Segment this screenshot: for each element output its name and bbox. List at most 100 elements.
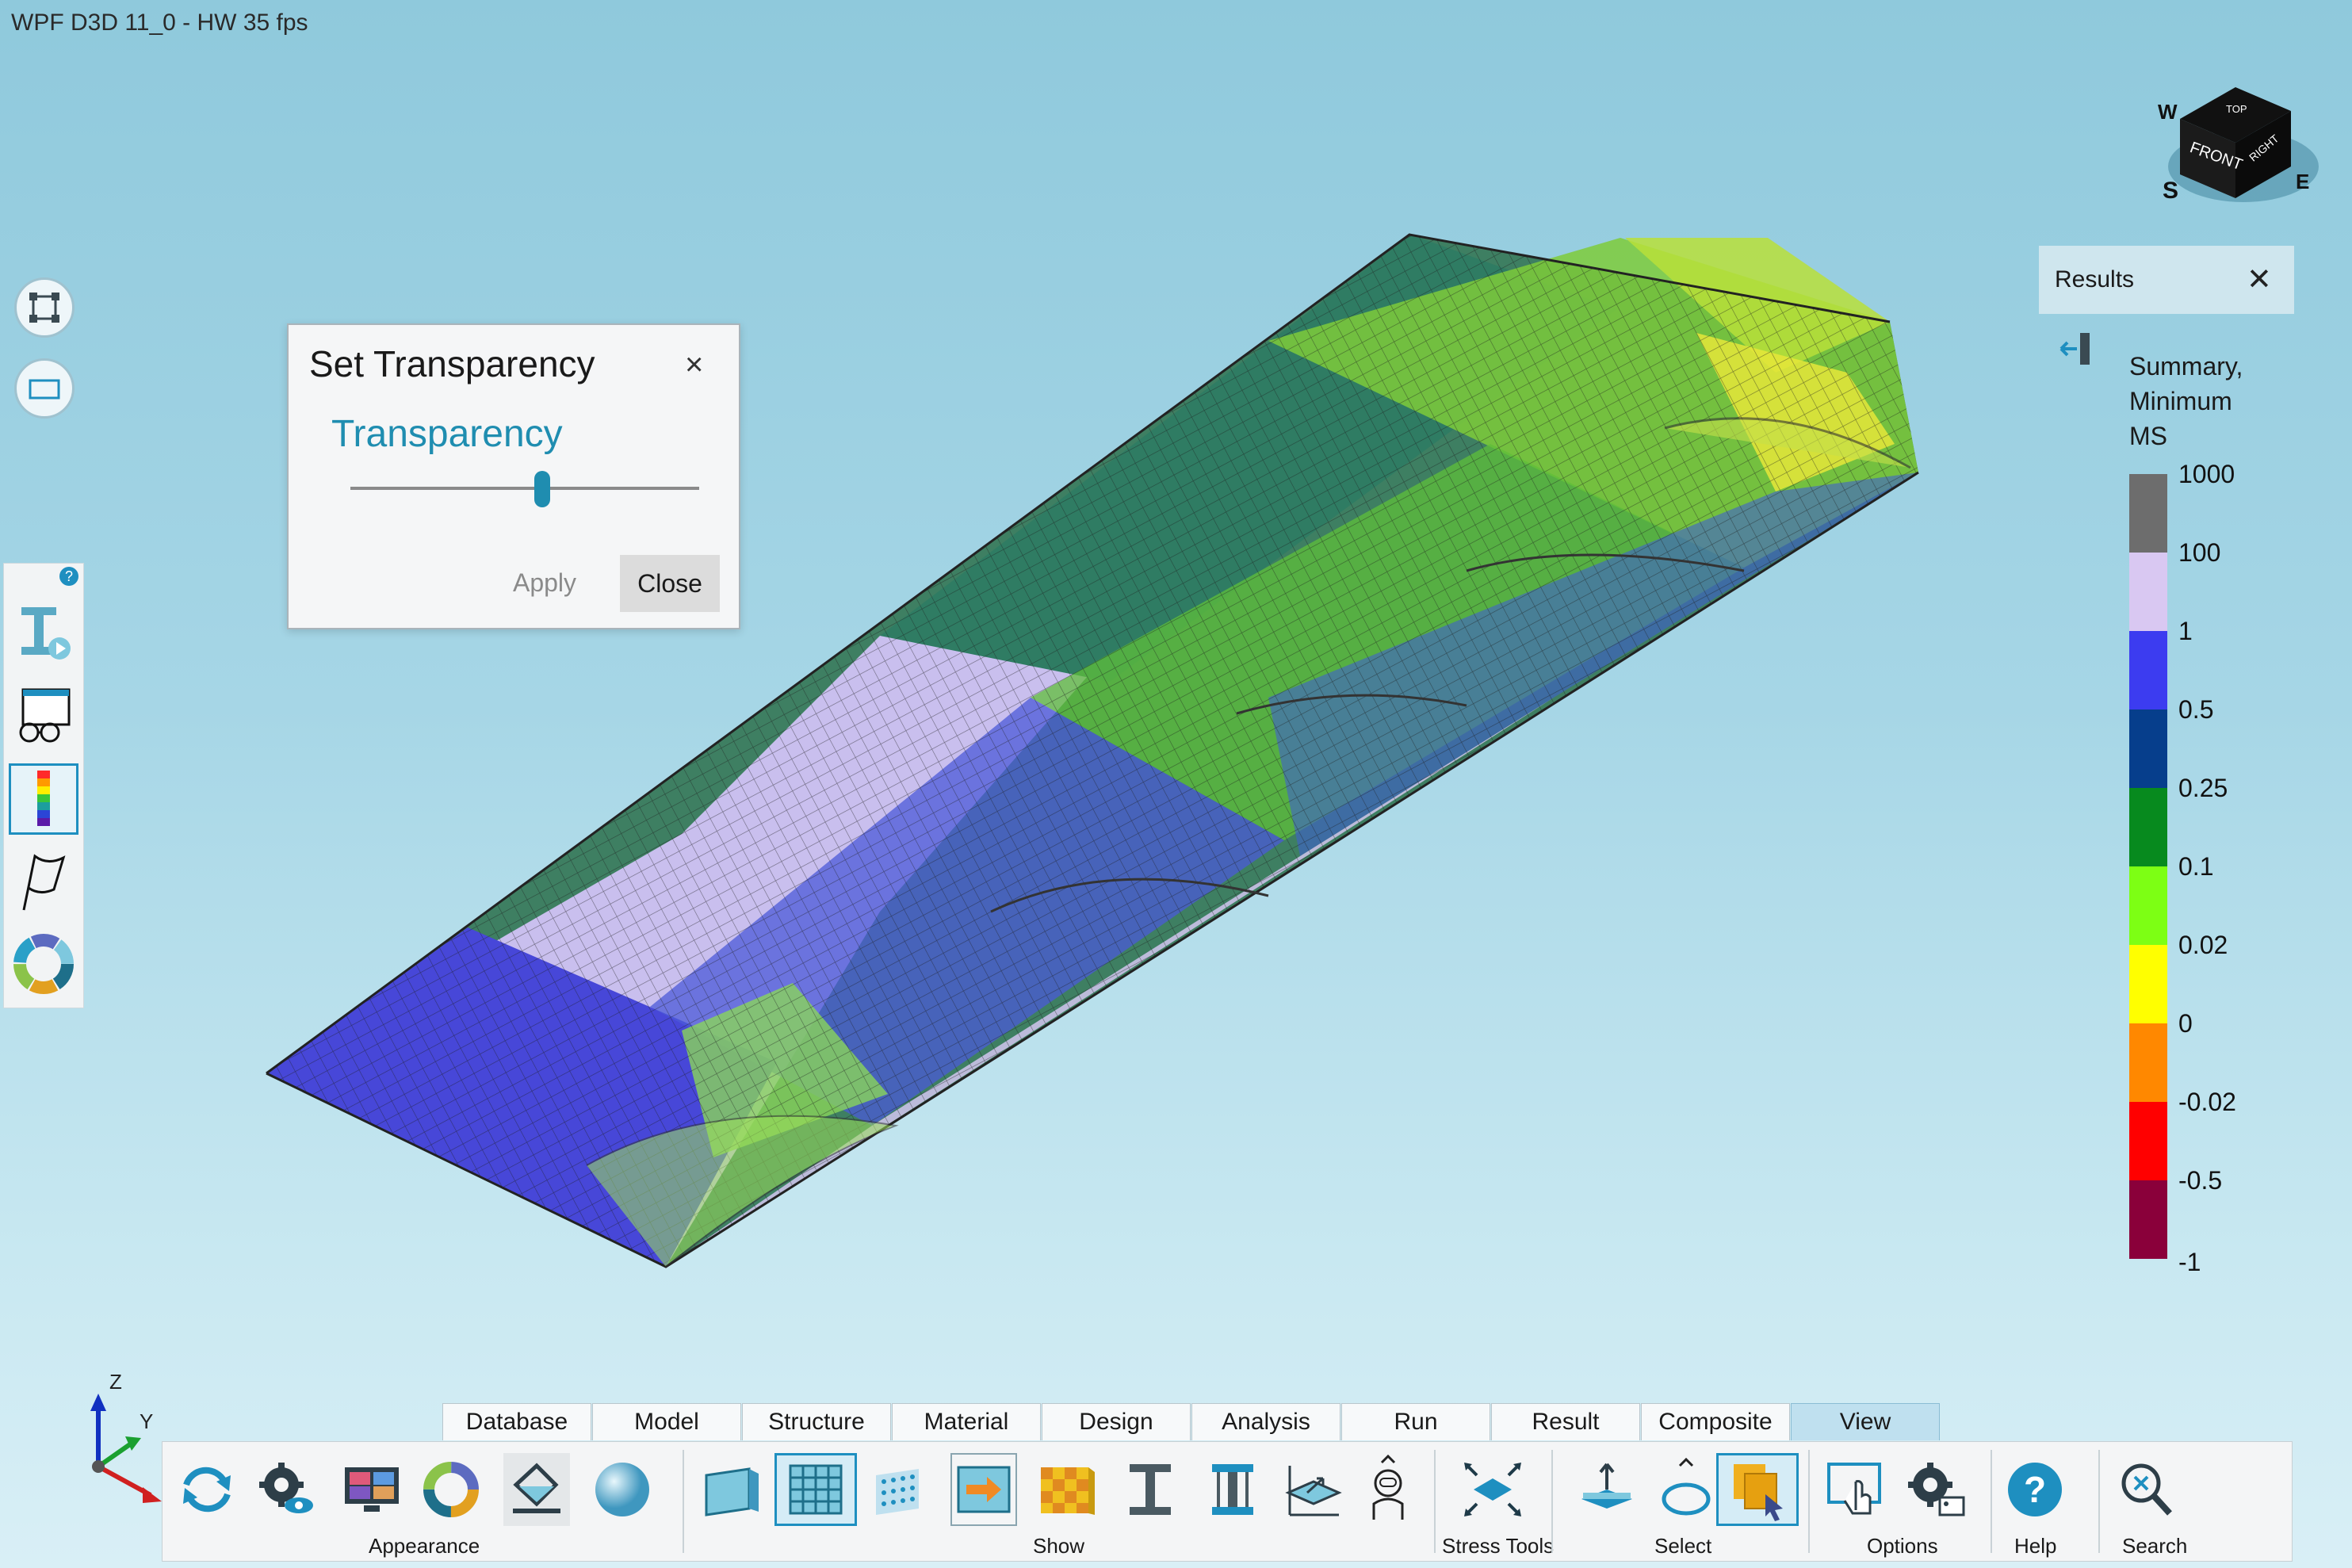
transparency-slider-track[interactable] [350,487,699,490]
view-settings-button[interactable] [253,1453,319,1526]
legend-label: -0.5 [2178,1166,2223,1195]
ribbon-toolbar: Appearance Show Stress Tools Select Opti… [162,1441,2293,1562]
flag-button[interactable] [9,846,78,917]
tab-result[interactable]: Result [1491,1403,1640,1440]
help-badge[interactable]: ? [59,567,78,586]
stress-tools-button[interactable] [1448,1453,1537,1526]
group-separator [1991,1450,1992,1553]
tab-material[interactable]: Material [892,1403,1041,1440]
question-icon: ? [2008,1463,2062,1516]
group-separator [2098,1450,2100,1553]
arrow-left-icon [2059,333,2090,365]
select-ellipse-button[interactable] [1653,1453,1719,1526]
apply-button[interactable]: Apply [493,555,596,610]
ellipse-select-icon [1662,1457,1711,1516]
rectangle-icon [29,379,60,400]
refresh-button[interactable] [174,1453,240,1526]
display-button[interactable] [338,1453,405,1526]
summary-line-1: Summary, [2129,352,2243,381]
legend-label: -0.02 [2178,1088,2236,1116]
help-button[interactable]: ? [2002,1453,2068,1526]
show-more-button[interactable] [1355,1453,1421,1526]
show-coordinate-button[interactable] [1280,1453,1347,1526]
ribbon-tabs: Database Model Structure Material Design Anal… [442,1403,1941,1441]
show-section-button[interactable] [1199,1453,1266,1526]
tab-database[interactable]: Database [442,1403,591,1440]
legend-label: 0 [2178,1009,2193,1038]
select-plane-icon [1581,1463,1632,1509]
show-loads-button[interactable] [950,1453,1017,1526]
transparency-label: Transparency [331,413,563,455]
stress-tools-group-label: Stress Tools [1442,1534,1555,1558]
select-plane-button[interactable] [1574,1453,1640,1526]
axis-z-label: Z [109,1371,122,1394]
compass-west: W [2158,100,2178,124]
color-scale-icon [37,771,50,826]
tab-structure[interactable]: Structure [742,1403,891,1440]
tab-run[interactable]: Run [1341,1403,1490,1440]
summary-line-2: Minimum [2129,387,2232,415]
select-layer-button[interactable] [1716,1453,1799,1526]
help-group-label: Help [2014,1534,2057,1558]
view-glasses-button[interactable] [9,681,78,752]
search-group-label: Search [2122,1534,2188,1558]
show-nodes-button[interactable] [868,1453,935,1526]
display-options-button[interactable] [1822,1453,1889,1526]
search-button[interactable] [2113,1453,2179,1526]
tab-composite[interactable]: Composite [1641,1403,1790,1440]
tab-design[interactable]: Design [1042,1403,1191,1440]
results-summary: Summary, Minimum MS [2129,349,2243,453]
legend-swatch [2129,1180,2167,1259]
legend-end-label: -1 [2178,1248,2201,1276]
beam-tool-button[interactable] [9,597,78,668]
gear-eye-icon [259,1463,313,1513]
results-close-icon[interactable]: ✕ [2247,262,2272,297]
axes-triad: Z Y [90,1371,162,1503]
color-wheel-button[interactable] [9,928,78,1000]
show-group-label: Show [1033,1534,1085,1558]
results-collapse-button[interactable] [2056,331,2094,366]
flag-icon [22,854,66,911]
tab-analysis[interactable]: Analysis [1191,1403,1340,1440]
section-beam-icon [1212,1464,1253,1515]
transparency-slider-thumb[interactable] [534,471,550,507]
zoom-extents-button[interactable] [14,277,75,338]
zoom-extents-icon [29,293,59,323]
mesh-panel-icon [789,1464,843,1515]
legend-label: 100 [2178,538,2221,567]
legend-swatch [2129,553,2167,631]
dialog-title: Set Transparency [309,343,595,384]
results-panel-header: Results ✕ [2039,246,2294,314]
nodes-panel-icon [876,1469,919,1515]
user-settings-button[interactable] [1902,1453,1968,1526]
view-cube[interactable]: TOP FRONT RIGHT W S E [2140,55,2331,214]
paint-bucket-icon [513,1463,560,1513]
search-icon [2121,1463,2172,1516]
tab-view[interactable]: View [1791,1403,1940,1440]
tab-model[interactable]: Model [592,1403,741,1440]
show-mesh-button[interactable] [774,1453,857,1526]
show-beam-button[interactable] [1117,1453,1184,1526]
show-properties-button[interactable] [1033,1453,1100,1526]
legend-toggle-button[interactable] [9,763,78,835]
legend-label: 1000 [2178,460,2235,488]
beam-play-icon [21,607,71,660]
close-button[interactable]: Close [620,555,720,612]
transparency-button[interactable] [503,1453,570,1526]
sphere-button[interactable] [589,1453,656,1526]
color-wheel-ribbon-button[interactable] [418,1453,484,1526]
fit-window-button[interactable] [14,358,75,419]
sphere-icon [595,1463,649,1516]
wing-model-viewport[interactable] [0,0,2352,1568]
show-solid-button[interactable] [698,1453,765,1526]
set-transparency-dialog: Set Transparency × Transparency Apply Cl… [287,323,740,629]
group-separator [1551,1450,1553,1553]
select-group-label: Select [1654,1534,1712,1558]
svg-text:?: ? [2024,1469,2046,1510]
legend-swatch [2129,945,2167,1023]
refresh-icon [183,1467,231,1513]
dialog-close-icon[interactable]: × [685,347,703,383]
glasses-icon [19,688,71,743]
compass-east: E [2296,170,2309,193]
legend-swatch [2129,631,2167,709]
